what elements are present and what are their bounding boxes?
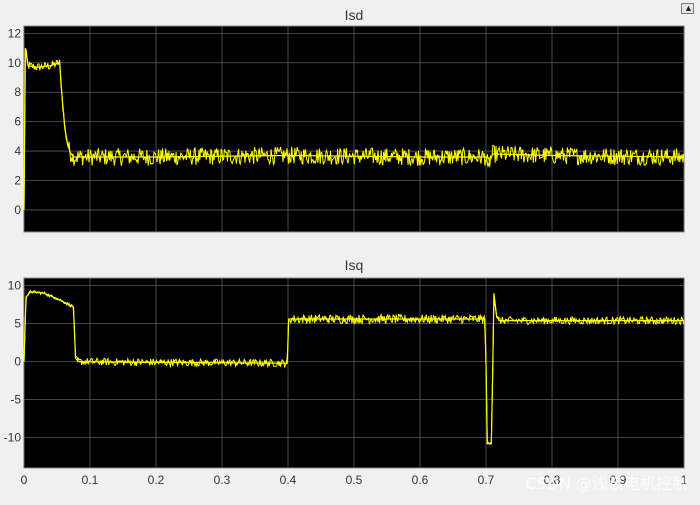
y-tick-label: 2: [14, 174, 21, 188]
y-tick-label: 6: [14, 115, 21, 129]
x-tick-label: 0.6: [412, 473, 429, 487]
y-tick-label: 12: [8, 26, 22, 40]
x-tick-label: 0.5: [346, 473, 363, 487]
scope-plots: Isd 0 2 4 6 8 10 12 Isq -10 -5 0 5 10 0 0.1 0.2 0.3 0.4 0.5…: [4, 7, 688, 487]
y-tick-label: 10: [8, 279, 22, 293]
x-tick-label: 0.2: [148, 473, 165, 487]
x-tick-label: 0: [21, 473, 28, 487]
chart-title: Isq: [345, 257, 364, 273]
y-tick-label: 0: [14, 355, 21, 369]
y-tick-label: -10: [4, 431, 22, 445]
x-tick-label: 0.3: [214, 473, 231, 487]
restore-layout-button[interactable]: ▲: [681, 3, 694, 14]
x-tick-label: 0.7: [478, 473, 495, 487]
y-tick-label: -5: [10, 393, 21, 407]
x-tick-label: 0.1: [82, 473, 99, 487]
chart-title: Isd: [345, 7, 364, 23]
y-tick-label: 4: [14, 144, 21, 158]
y-tick-label: 10: [8, 56, 22, 70]
x-tick-label: 0.4: [280, 473, 297, 487]
watermark: CSDN @浅谈电机控制: [525, 474, 688, 493]
y-tick-label: 0: [14, 203, 21, 217]
up-arrow-icon: ▲: [684, 3, 693, 13]
y-tick-label: 5: [14, 317, 21, 331]
scope-figure: Isd 0 2 4 6 8 10 12 Isq -10 -5 0 5 10 0 0.1 0.2 0.3 0.4 0.5…: [0, 0, 700, 500]
y-tick-label: 8: [14, 85, 21, 99]
